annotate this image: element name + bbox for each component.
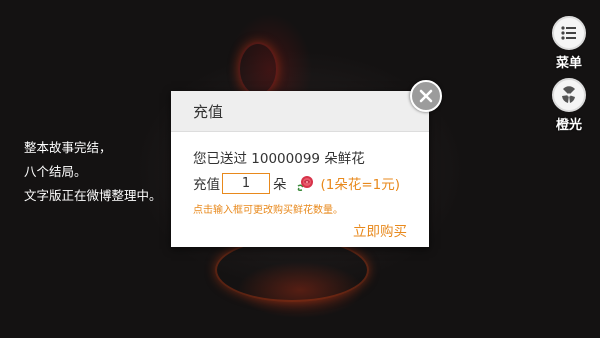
flower-amount-input[interactable]	[222, 172, 270, 194]
recharge-label: 充值	[193, 177, 220, 193]
rose-flower-icon	[295, 174, 315, 192]
buy-now-button[interactable]: 立即购买	[353, 220, 407, 240]
close-dialog-button[interactable]	[410, 80, 442, 112]
menu-button-label: 菜单	[555, 56, 582, 71]
price-rate-text: (1朵花=1元)	[320, 177, 401, 193]
background-ember-glow	[238, 42, 278, 96]
recharge-dialog-title: 充值	[193, 102, 224, 121]
flower-unit-label: 朵	[273, 177, 287, 193]
close-icon	[419, 89, 433, 103]
orange-light-button-label: 橙光	[555, 118, 582, 133]
background-ember-ring	[215, 238, 369, 302]
flowers-sent-text: 您已送过 10000099 朵鲜花	[193, 151, 365, 167]
recharge-row: 充值 朵 (1朵花=1元)	[193, 172, 400, 194]
story-line-1: 整本故事完结，	[24, 140, 112, 155]
recharge-dialog-header: 充值	[171, 91, 429, 132]
menu-list-icon	[552, 16, 586, 50]
story-status-text: 整本故事完结， 八个结局。 文字版正在微博整理中。	[24, 136, 174, 208]
orange-slices-icon	[552, 78, 586, 112]
orange-light-button[interactable]: 橙光	[548, 78, 590, 133]
amount-hint-text: 点击输入框可更改购买鲜花数量。	[193, 205, 343, 216]
story-line-2: 八个结局。	[24, 164, 87, 179]
story-line-3: 文字版正在微博整理中。	[24, 188, 162, 203]
recharge-dialog: 充值 您已送过 10000099 朵鲜花 充值 朵 (1朵花=1元) 点击输入框…	[171, 91, 429, 247]
menu-button[interactable]: 菜单	[548, 16, 590, 71]
